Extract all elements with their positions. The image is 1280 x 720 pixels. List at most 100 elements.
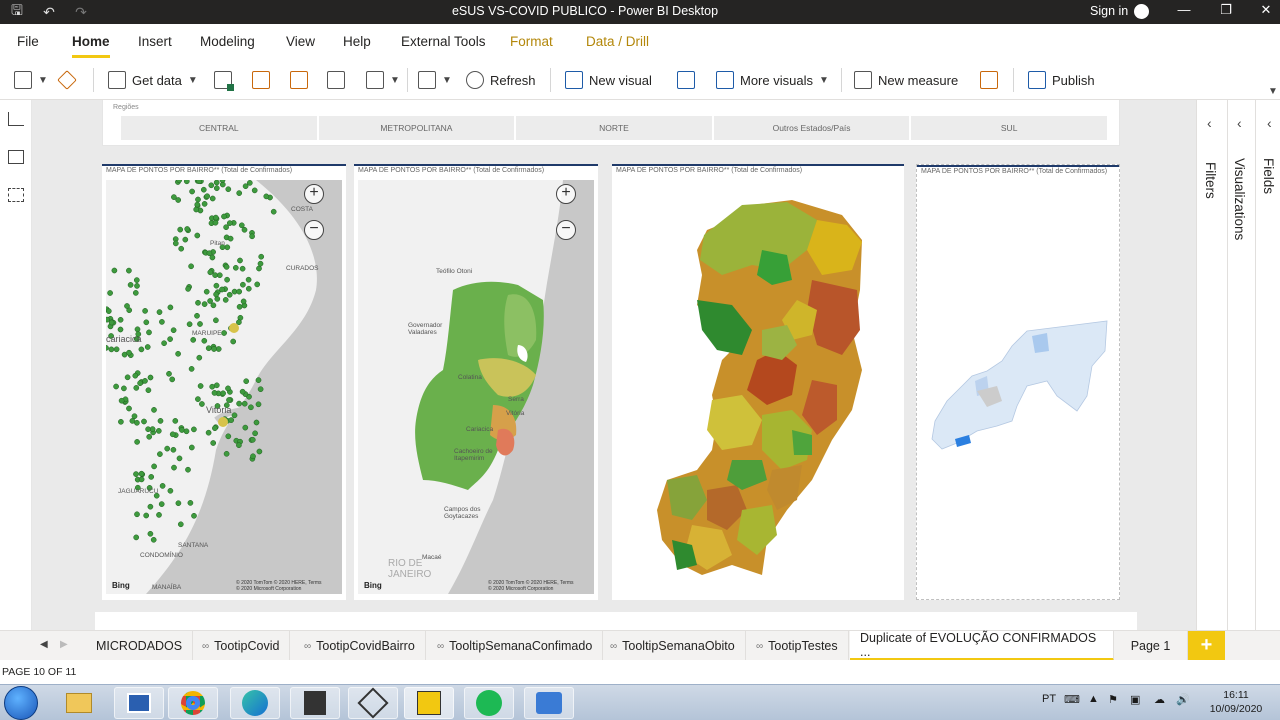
map-place-label: CONDOMÍNIO [140, 552, 183, 559]
chrome-taskbar-button[interactable] [168, 687, 218, 719]
tab-home[interactable]: Home [72, 34, 110, 58]
refresh-button[interactable]: Refresh [466, 69, 536, 91]
tab-insert[interactable]: Insert [138, 34, 172, 49]
collapse-ribbon-icon[interactable]: ▼ [1268, 86, 1278, 97]
page-tab-active[interactable]: Duplicate of EVOLUÇÃO CONFIRMADOS ... [850, 631, 1114, 661]
start-button[interactable] [4, 686, 38, 720]
map-place-label: MARUIPE [192, 330, 222, 337]
language-indicator[interactable]: PT [1042, 693, 1056, 705]
tab-view[interactable]: View [286, 34, 315, 49]
zoom-out-button[interactable]: − [556, 220, 576, 240]
expand-filters-icon[interactable]: ‹ [1207, 115, 1212, 131]
map-place-label: RIO DE JANEIRO [388, 558, 432, 580]
page-tab[interactable]: ∞ TooltipSemanaObito [600, 631, 746, 661]
visual-title: MAPA DE PONTOS POR BAIRRO** (Total de Co… [106, 167, 293, 174]
regions-slicer[interactable]: Regiões CENTRAL METROPOLITANA NORTE Outr… [102, 100, 1120, 146]
shape-map-visual[interactable]: MAPA DE PONTOS POR BAIRRO** (Total de Co… [612, 164, 904, 600]
tab-file[interactable]: File [17, 34, 39, 49]
next-page-arrow[interactable]: ▶ [60, 639, 68, 650]
map-visual-state[interactable]: MAPA DE PONTOS POR BAIRRO** (Total de Co… [354, 164, 598, 600]
visual-title: MAPA DE PONTOS POR BAIRRO** (Total de Co… [616, 167, 803, 174]
map-place-label: Pitan [210, 240, 225, 247]
map-visual-points[interactable]: MAPA DE PONTOS POR BAIRRO** (Total de Co… [102, 164, 346, 600]
avatar[interactable] [1134, 4, 1149, 19]
flag-icon[interactable]: ⚑ [1108, 693, 1118, 706]
slicer-item[interactable]: Outros Estados/País [713, 116, 910, 140]
dax-studio-icon [304, 691, 326, 715]
ribbon-divider [93, 68, 94, 92]
show-hidden-icons[interactable]: ▲ [1088, 693, 1099, 705]
new-measure-label: New measure [878, 72, 959, 88]
expand-fields-icon[interactable]: ‹ [1267, 115, 1272, 131]
edge-taskbar-button[interactable] [230, 687, 280, 719]
transform-data-button[interactable]: ▼ [418, 69, 452, 91]
zoom-in-button[interactable]: + [304, 184, 324, 204]
report-view-icon[interactable] [8, 112, 24, 126]
data-view-icon[interactable] [8, 150, 24, 164]
spotify-taskbar-button[interactable] [464, 687, 514, 719]
page-tab-label: MICRODADOS [96, 639, 183, 653]
slicer-item[interactable]: SUL [911, 116, 1107, 140]
format-painter-button[interactable] [57, 69, 77, 91]
publish-button[interactable]: Publish [1028, 69, 1095, 91]
model-view-icon[interactable] [8, 188, 24, 202]
slicer-item[interactable]: NORTE [516, 116, 712, 140]
system-clock[interactable]: 16:11 10/09/2020 [1204, 688, 1268, 716]
keyboard-icon[interactable]: ⌨ [1064, 693, 1080, 706]
page-tab[interactable]: ∞ TooltipSemanaConfimado [427, 631, 604, 661]
dataset-button[interactable] [252, 69, 270, 91]
page-tab[interactable]: ∞ TootipTestes [746, 631, 849, 661]
page-tab[interactable]: MICRODADOS [86, 631, 194, 661]
recent-sources-button[interactable]: ▼ [366, 69, 400, 91]
tab-data-drill[interactable]: Data / Drill [586, 34, 649, 49]
more-visuals-button[interactable]: More visuals ▼ [716, 69, 829, 91]
tabular-editor-taskbar-button[interactable] [348, 687, 398, 719]
prev-page-arrow[interactable]: ◀ [40, 639, 48, 650]
cloud-icon[interactable]: ☁ [1154, 693, 1165, 706]
tab-format[interactable]: Format [510, 34, 553, 49]
explorer-taskbar-button[interactable] [54, 687, 104, 719]
page-tab[interactable]: ∞ TootipCovid [192, 631, 291, 661]
close-button[interactable]: ✕ [1256, 2, 1276, 18]
paste-button[interactable]: ▼ [14, 69, 48, 91]
tab-help[interactable]: Help [343, 34, 371, 49]
text-box-button[interactable] [677, 69, 695, 91]
map-copyright: © 2020 TomTom © 2020 HERE, Terms © 2020 … [488, 580, 574, 592]
network-taskbar-button[interactable] [524, 687, 574, 719]
add-page-button[interactable]: + [1188, 631, 1225, 660]
get-data-button[interactable]: Get data ▼ [108, 69, 198, 91]
windows-taskbar: PT ⌨ ▲ ⚑ ▣ ☁ 🔊 16:11 10/09/2020 [0, 684, 1280, 720]
visualizations-pane[interactable]: Visualizations [1232, 158, 1247, 240]
state-map-svg [415, 180, 594, 594]
tab-modeling[interactable]: Modeling [200, 34, 255, 49]
power-bi-taskbar-button[interactable] [404, 687, 454, 719]
page-tab[interactable]: ∞ TootipCovidBairro [294, 631, 426, 661]
get-data-label: Get data [132, 72, 182, 88]
zoom-in-button[interactable]: + [556, 184, 576, 204]
page-tab[interactable]: Page 1 [1114, 631, 1188, 661]
sql-server-button[interactable] [290, 69, 308, 91]
quick-measure-button[interactable] [980, 69, 998, 91]
maximize-button[interactable]: ❐ [1216, 2, 1236, 18]
sign-in-link[interactable]: Sign in [1090, 4, 1128, 18]
fields-pane[interactable]: Fields [1261, 158, 1276, 194]
tab-external-tools[interactable]: External Tools [401, 34, 486, 49]
zoom-out-button[interactable]: − [304, 220, 324, 240]
enter-data-button[interactable] [327, 69, 345, 91]
city-map-visual[interactable]: MAPA DE PONTOS POR BAIRRO** (Total de Co… [916, 164, 1120, 600]
volume-icon[interactable]: 🔊 [1176, 693, 1190, 706]
filters-pane[interactable]: Filters [1203, 162, 1218, 199]
window-title: eSUS VS-COVID PUBLICO - Power BI Desktop [451, 4, 719, 18]
slicer-item[interactable]: CENTRAL [121, 116, 317, 140]
minimize-button[interactable]: — [1174, 2, 1194, 17]
dax-studio-taskbar-button[interactable] [290, 687, 340, 719]
slicer-item[interactable]: METROPOLITANA [318, 116, 515, 140]
monitor-tray-icon[interactable]: ▣ [1130, 693, 1140, 706]
ribbon-tabs: File Home Insert Modeling View Help Exte… [0, 24, 1280, 60]
new-measure-button[interactable]: New measure [854, 69, 958, 91]
new-visual-button[interactable]: New visual [565, 69, 652, 91]
expand-visualizations-icon[interactable]: ‹ [1237, 115, 1242, 131]
remote-desktop-taskbar-button[interactable] [114, 687, 164, 719]
new-visual-icon [565, 71, 583, 89]
excel-button[interactable] [214, 69, 234, 91]
